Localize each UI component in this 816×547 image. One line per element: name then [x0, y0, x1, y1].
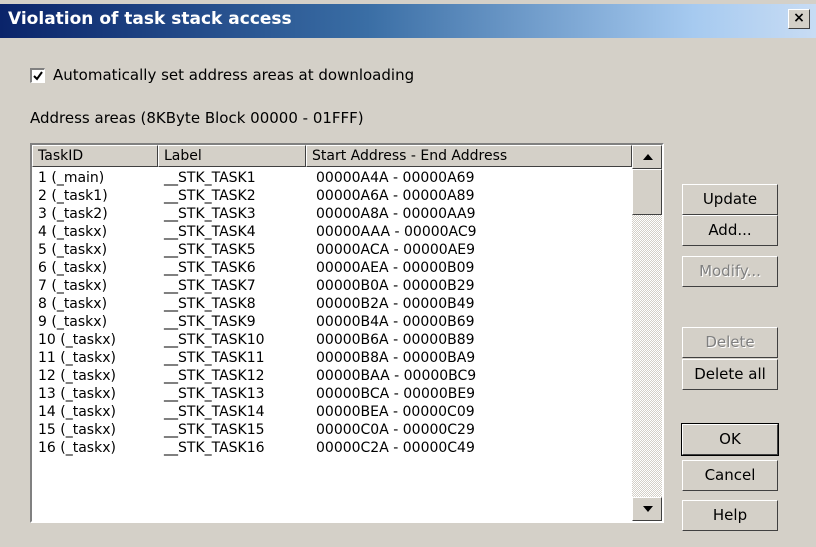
vertical-scrollbar[interactable]	[632, 145, 662, 521]
cell-taskid: 13 (_taskx)	[38, 386, 116, 402]
table-row[interactable]: 11 (_taskx) __STK_TASK11 00000B8A - 00000B…	[32, 349, 632, 367]
list-header: TaskID Label Start Address - End Address	[32, 145, 632, 167]
auto-set-label: Automatically set address areas at downl…	[53, 66, 415, 84]
ok-button[interactable]: OK	[681, 423, 779, 456]
delete-all-button[interactable]: Delete all	[682, 359, 778, 390]
cell-taskid: 2 (_task1)	[38, 188, 108, 204]
cell-address: 00000B6A - 00000B89	[316, 332, 475, 348]
cell-address: 00000B4A - 00000B69	[316, 314, 475, 330]
arrow-up-icon	[643, 154, 653, 160]
cell-label: __STK_TASK4	[164, 224, 256, 240]
table-row[interactable]: 16 (_taskx) __STK_TASK16 00000C2A - 00000C…	[32, 439, 632, 457]
cell-label: __STK_TASK1	[164, 170, 256, 186]
cell-address: 00000AAA - 00000AC9	[316, 224, 477, 240]
cell-label: __STK_TASK11	[164, 350, 265, 366]
cancel-button[interactable]: Cancel	[682, 460, 778, 491]
table-row[interactable]: 6 (_taskx) __STK_TASK6 00000AEA - 00000B09	[32, 259, 632, 277]
column-header-label[interactable]: Label	[158, 145, 306, 167]
auto-set-option[interactable]: Automatically set address areas at downl…	[30, 66, 414, 84]
cell-address: 00000B2A - 00000B49	[316, 296, 475, 312]
cell-taskid: 6 (_taskx)	[38, 260, 108, 276]
cell-address: 00000C0A - 00000C29	[316, 422, 475, 438]
cell-address: 00000BEA - 00000C09	[316, 404, 475, 420]
delete-button[interactable]: Delete	[682, 327, 778, 358]
cell-label: __STK_TASK15	[164, 422, 265, 438]
auto-set-checkbox[interactable]	[30, 67, 45, 83]
scroll-down-button[interactable]	[632, 497, 662, 521]
close-icon: ×	[793, 10, 805, 26]
table-row[interactable]: 8 (_taskx) __STK_TASK8 00000B2A - 00000B49	[32, 295, 632, 313]
cell-address: 00000B0A - 00000B29	[316, 278, 475, 294]
cell-label: __STK_TASK8	[164, 296, 256, 312]
cell-label: __STK_TASK14	[164, 404, 265, 420]
table-row[interactable]: 13 (_taskx) __STK_TASK13 00000BCA - 00000B…	[32, 385, 632, 403]
cell-taskid: 9 (_taskx)	[38, 314, 108, 330]
cell-label: __STK_TASK2	[164, 188, 256, 204]
cell-taskid: 14 (_taskx)	[38, 404, 116, 420]
modify-button[interactable]: Modify...	[682, 256, 778, 287]
cell-label: __STK_TASK16	[164, 440, 265, 456]
cell-taskid: 11 (_taskx)	[38, 350, 116, 366]
cell-taskid: 16 (_taskx)	[38, 440, 116, 456]
title-bar[interactable]: Violation of task stack access ×	[0, 4, 816, 38]
update-button[interactable]: Update	[682, 184, 778, 215]
help-button[interactable]: Help	[682, 500, 778, 531]
column-header-address[interactable]: Start Address - End Address	[306, 145, 632, 167]
cell-address: 00000BAA - 00000BC9	[316, 368, 477, 384]
column-header-taskid[interactable]: TaskID	[32, 145, 158, 167]
table-row[interactable]: 15 (_taskx) __STK_TASK15 00000C0A - 00000C…	[32, 421, 632, 439]
cell-address: 00000A4A - 00000A69	[316, 170, 475, 186]
cell-taskid: 3 (_task2)	[38, 206, 108, 222]
cell-address: 00000B8A - 00000BA9	[316, 350, 476, 366]
checkmark-icon	[33, 70, 43, 81]
cell-taskid: 4 (_taskx)	[38, 224, 108, 240]
cell-label: __STK_TASK12	[164, 368, 265, 384]
cell-address: 00000AEA - 00000B09	[316, 260, 475, 276]
cell-address: 00000ACA - 00000AE9	[316, 242, 476, 258]
arrow-down-icon	[643, 506, 653, 512]
table-row[interactable]: 7 (_taskx) __STK_TASK7 00000B0A - 00000B29	[32, 277, 632, 295]
cell-taskid: 7 (_taskx)	[38, 278, 108, 294]
address-areas-label: Address areas (8KByte Block 00000 - 01FF…	[30, 109, 364, 127]
window-title: Violation of task stack access	[8, 9, 292, 29]
table-row[interactable]: 14 (_taskx) __STK_TASK14 00000BEA - 00000C…	[32, 403, 632, 421]
cell-label: __STK_TASK13	[164, 386, 265, 402]
table-row[interactable]: 10 (_taskx) __STK_TASK10 00000B6A - 00000B…	[32, 331, 632, 349]
scroll-thumb[interactable]	[632, 169, 662, 215]
table-row[interactable]: 12 (_taskx) __STK_TASK12 00000BAA - 00000B…	[32, 367, 632, 385]
table-row[interactable]: 1 (_main) __STK_TASK1 00000A4A - 00000A69	[32, 169, 632, 187]
table-row[interactable]: 9 (_taskx) __STK_TASK9 00000B4A - 00000B69	[32, 313, 632, 331]
table-row[interactable]: 2 (_task1) __STK_TASK2 00000A6A - 00000A89	[32, 187, 632, 205]
table-row[interactable]: 3 (_task2) __STK_TASK3 00000A8A - 00000AA9	[32, 205, 632, 223]
cell-address: 00000A6A - 00000A89	[316, 188, 475, 204]
cell-address: 00000C2A - 00000C49	[316, 440, 475, 456]
cell-label: __STK_TASK9	[164, 314, 256, 330]
cell-label: __STK_TASK7	[164, 278, 256, 294]
close-button[interactable]: ×	[788, 9, 810, 29]
cell-label: __STK_TASK10	[164, 332, 265, 348]
address-area-list[interactable]: TaskID Label Start Address - End Address…	[30, 143, 664, 523]
table-row[interactable]: 4 (_taskx) __STK_TASK4 00000AAA - 00000AC9	[32, 223, 632, 241]
dialog-window: Violation of task stack access × Automat…	[0, 0, 816, 547]
cell-taskid: 10 (_taskx)	[38, 332, 116, 348]
cell-address: 00000BCA - 00000BE9	[316, 386, 476, 402]
cell-taskid: 1 (_main)	[38, 170, 105, 186]
cell-taskid: 15 (_taskx)	[38, 422, 116, 438]
cell-label: __STK_TASK3	[164, 206, 256, 222]
cell-label: __STK_TASK6	[164, 260, 256, 276]
cell-taskid: 12 (_taskx)	[38, 368, 116, 384]
cell-taskid: 5 (_taskx)	[38, 242, 108, 258]
scroll-up-button[interactable]	[632, 145, 662, 169]
add-button[interactable]: Add...	[682, 215, 778, 246]
list-body: 1 (_main) __STK_TASK1 00000A4A - 00000A69 2…	[32, 169, 632, 457]
table-row[interactable]: 5 (_taskx) __STK_TASK5 00000ACA - 00000AE9	[32, 241, 632, 259]
cell-address: 00000A8A - 00000AA9	[316, 206, 476, 222]
cell-label: __STK_TASK5	[164, 242, 256, 258]
cell-taskid: 8 (_taskx)	[38, 296, 108, 312]
